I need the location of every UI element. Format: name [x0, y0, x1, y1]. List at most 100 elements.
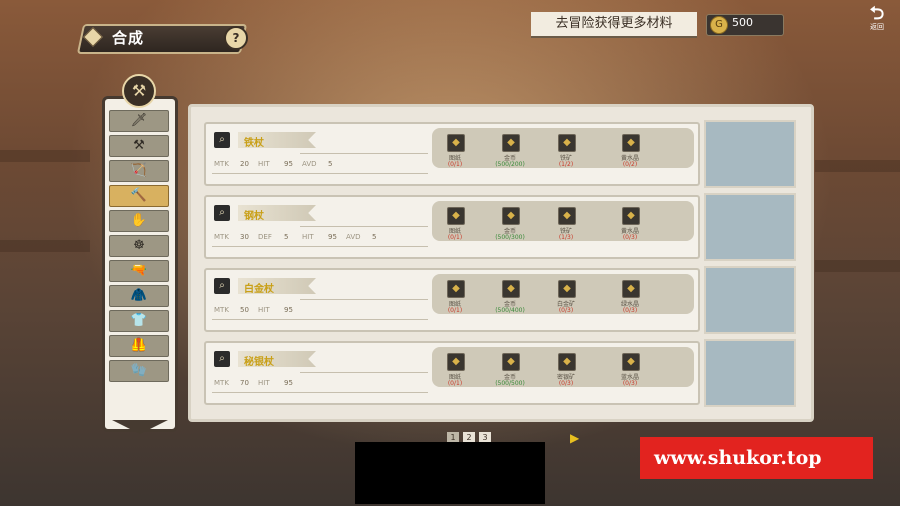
page-title: 合成: [112, 29, 145, 47]
material-icon[interactable]: ◆: [622, 353, 640, 371]
category-tab[interactable]: 🦺: [109, 335, 169, 357]
material-requirement: (500/200): [495, 161, 525, 168]
category-tab[interactable]: 🧤: [109, 360, 169, 382]
material-requirement: (500/300): [495, 234, 525, 241]
material-icon[interactable]: ◆: [502, 134, 520, 152]
material-icon[interactable]: ◆: [558, 207, 576, 225]
stat-label: HIT: [258, 306, 270, 314]
material-requirement: (0/3): [622, 234, 638, 241]
redaction-box: [355, 442, 545, 504]
stat-label: AVD: [302, 160, 317, 168]
category-tab[interactable]: 🧥: [109, 285, 169, 307]
stat-value: 5: [372, 233, 377, 241]
return-arrow-icon: ⮌: [869, 3, 885, 24]
divider: [300, 299, 428, 300]
divider: [212, 392, 428, 393]
coin-icon: G: [710, 16, 728, 34]
weapon-category-icon: 🔫: [130, 263, 148, 278]
recipe-name: 秘银杖: [244, 357, 274, 368]
material-icon[interactable]: ◆: [502, 353, 520, 371]
category-tab[interactable]: ⚒: [109, 135, 169, 157]
weapon-category-icon: ☸: [133, 238, 145, 253]
material-icon[interactable]: ◆: [447, 207, 465, 225]
material-icon[interactable]: ◆: [558, 134, 576, 152]
weapon-category-icon: 🏹: [130, 163, 148, 178]
next-page-button[interactable]: ▶: [570, 431, 579, 445]
material-icon[interactable]: ◆: [502, 207, 520, 225]
material-requirement: (1/3): [558, 234, 574, 241]
category-tab[interactable]: ☸: [109, 235, 169, 257]
watermark-text: www.shukor.top: [654, 447, 822, 469]
category-tab[interactable]: ✋: [109, 210, 169, 232]
weapon-category-icon: 🔨: [130, 188, 148, 203]
recipe-card-preview: [704, 339, 796, 407]
title-plate: [76, 24, 248, 54]
category-tab[interactable]: 🗡: [109, 110, 169, 132]
stat-label: AVD: [346, 233, 361, 241]
gold-amount: 500: [732, 16, 753, 29]
divider: [300, 226, 428, 227]
stat-label: HIT: [258, 379, 270, 387]
category-tab[interactable]: 🏹: [109, 160, 169, 182]
weapon-category-icon: 🧤: [130, 363, 148, 378]
stat-value: 95: [284, 379, 293, 387]
material-requirement: (500/500): [495, 380, 525, 387]
material-icon[interactable]: ◆: [502, 280, 520, 298]
material-requirement: (0/1): [447, 380, 463, 387]
divider: [300, 153, 428, 154]
stat-label: MTK: [214, 233, 229, 241]
recipe-card-preview: [704, 266, 796, 334]
stat-label: HIT: [258, 160, 270, 168]
stat-label: MTK: [214, 306, 229, 314]
magnifier-icon[interactable]: ⌕: [214, 205, 230, 221]
stat-label: DEF: [258, 233, 272, 241]
magnifier-icon[interactable]: ⌕: [214, 278, 230, 294]
material-requirement: (0/3): [622, 380, 638, 387]
category-tab[interactable]: 🔫: [109, 260, 169, 282]
divider: [212, 173, 428, 174]
recipe-card-preview: [704, 193, 796, 261]
material-icon[interactable]: ◆: [558, 280, 576, 298]
stat-value: 50: [240, 306, 249, 314]
material-icon[interactable]: ◆: [558, 353, 576, 371]
material-icon[interactable]: ◆: [447, 353, 465, 371]
weapon-category-icon: ⚒: [133, 138, 145, 153]
recipe-name: 白金杖: [244, 284, 274, 295]
recipe-name: 钢杖: [244, 211, 264, 222]
stat-label: MTK: [214, 379, 229, 387]
weapon-category-icon: 🦺: [130, 338, 148, 353]
magnifier-icon[interactable]: ⌕: [214, 132, 230, 148]
recipe-name: 铁杖: [244, 138, 264, 149]
hint-banner: 去冒险获得更多材料: [531, 12, 697, 38]
stat-label: HIT: [302, 233, 314, 241]
back-label: 返回: [870, 23, 884, 31]
material-requirement: (0/3): [558, 307, 574, 314]
background-shelf: [815, 260, 900, 272]
help-button[interactable]: ?: [224, 26, 248, 50]
stat-value: 20: [240, 160, 249, 168]
material-requirement: (0/1): [447, 234, 463, 241]
background-shelf: [0, 150, 90, 162]
material-icon[interactable]: ◆: [622, 280, 640, 298]
material-requirement: (0/2): [622, 161, 638, 168]
material-icon[interactable]: ◆: [622, 207, 640, 225]
material-requirement: (1/2): [558, 161, 574, 168]
divider: [300, 372, 428, 373]
material-icon[interactable]: ◆: [622, 134, 640, 152]
stat-value: 95: [328, 233, 337, 241]
material-icon[interactable]: ◆: [447, 134, 465, 152]
material-requirement: (500/400): [495, 307, 525, 314]
material-icon[interactable]: ◆: [447, 280, 465, 298]
category-tab[interactable]: 🔨: [109, 185, 169, 207]
magnifier-icon[interactable]: ⌕: [214, 351, 230, 367]
stat-value: 95: [284, 306, 293, 314]
weapon-category-icon: ✋: [130, 213, 148, 228]
recipe-card-preview: [704, 120, 796, 188]
weapon-category-icon: 🧥: [130, 288, 148, 303]
stat-value: 30: [240, 233, 249, 241]
material-requirement: (0/3): [558, 380, 574, 387]
category-tab[interactable]: 👕: [109, 310, 169, 332]
divider: [212, 319, 428, 320]
stat-label: MTK: [214, 160, 229, 168]
back-button[interactable]: ⮌ 返回: [864, 3, 890, 34]
